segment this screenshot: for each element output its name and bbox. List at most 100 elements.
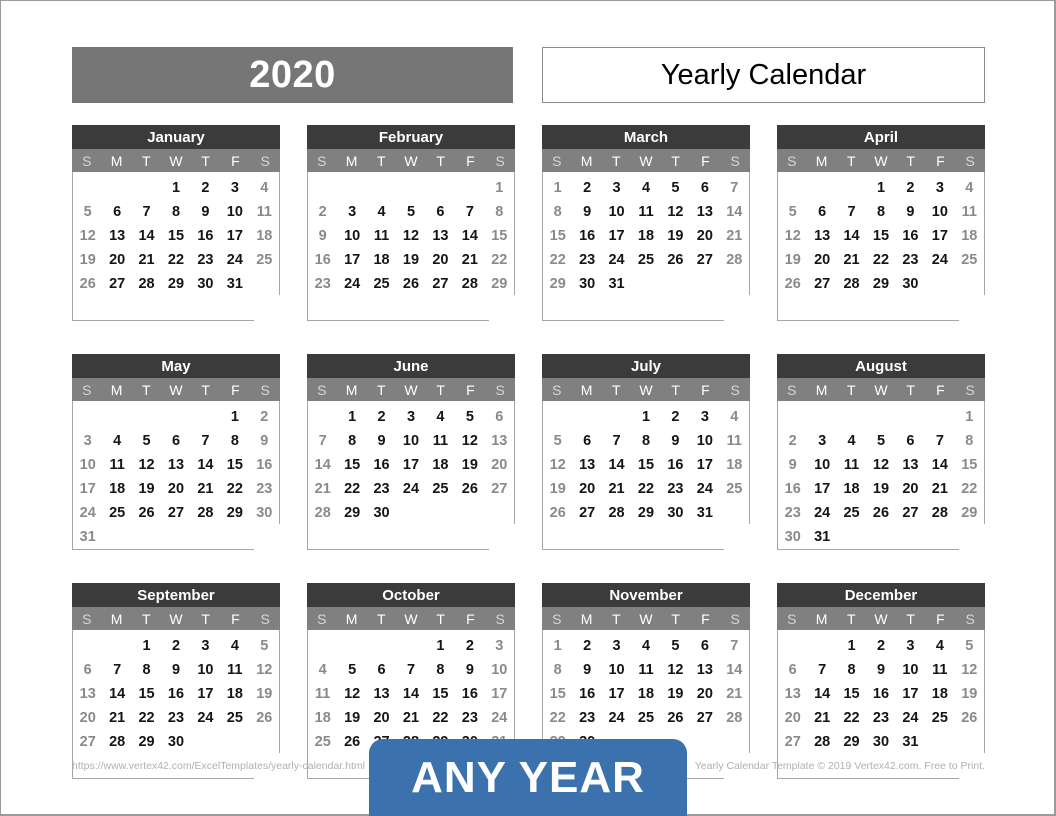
- day-cell[interactable]: 2: [572, 634, 601, 658]
- day-cell[interactable]: 30: [191, 272, 220, 296]
- day-cell[interactable]: 14: [720, 658, 749, 682]
- day-cell[interactable]: 17: [896, 682, 925, 706]
- day-cell[interactable]: 13: [73, 682, 102, 706]
- day-cell[interactable]: 2: [308, 200, 337, 224]
- day-cell[interactable]: 17: [396, 453, 425, 477]
- day-cell[interactable]: 13: [690, 200, 719, 224]
- day-cell[interactable]: 12: [250, 658, 279, 682]
- day-cell[interactable]: 11: [220, 658, 249, 682]
- day-cell[interactable]: 11: [631, 658, 660, 682]
- day-cell[interactable]: 11: [426, 429, 455, 453]
- day-cell[interactable]: 26: [866, 501, 895, 525]
- day-cell[interactable]: 25: [250, 248, 279, 272]
- day-cell[interactable]: 11: [308, 682, 337, 706]
- day-cell[interactable]: 12: [866, 453, 895, 477]
- day-cell[interactable]: 2: [572, 176, 601, 200]
- day-cell[interactable]: 31: [807, 525, 836, 549]
- day-cell[interactable]: 27: [485, 477, 514, 501]
- day-cell[interactable]: 15: [132, 682, 161, 706]
- day-cell[interactable]: 21: [396, 706, 425, 730]
- day-cell[interactable]: 10: [602, 200, 631, 224]
- day-cell[interactable]: 2: [161, 634, 190, 658]
- day-cell[interactable]: 7: [308, 429, 337, 453]
- day-cell[interactable]: 26: [543, 501, 572, 525]
- day-cell[interactable]: 17: [191, 682, 220, 706]
- day-cell[interactable]: 24: [191, 706, 220, 730]
- day-cell[interactable]: 3: [337, 200, 366, 224]
- day-cell[interactable]: 6: [778, 658, 807, 682]
- day-cell[interactable]: 6: [690, 634, 719, 658]
- day-cell[interactable]: 14: [396, 682, 425, 706]
- day-cell[interactable]: 9: [250, 429, 279, 453]
- day-cell[interactable]: 12: [661, 200, 690, 224]
- day-cell[interactable]: 3: [690, 405, 719, 429]
- day-cell[interactable]: 14: [602, 453, 631, 477]
- day-cell[interactable]: 17: [602, 224, 631, 248]
- day-cell[interactable]: 19: [661, 682, 690, 706]
- day-cell[interactable]: 22: [485, 248, 514, 272]
- day-cell[interactable]: 31: [602, 272, 631, 296]
- day-cell[interactable]: 18: [955, 224, 984, 248]
- day-cell[interactable]: 10: [690, 429, 719, 453]
- day-cell[interactable]: 23: [308, 272, 337, 296]
- day-cell[interactable]: 21: [308, 477, 337, 501]
- day-cell[interactable]: 16: [161, 682, 190, 706]
- day-cell[interactable]: 1: [132, 634, 161, 658]
- day-cell[interactable]: 27: [778, 730, 807, 754]
- day-cell[interactable]: 18: [631, 224, 660, 248]
- day-cell[interactable]: 1: [485, 176, 514, 200]
- day-cell[interactable]: 29: [837, 730, 866, 754]
- day-cell[interactable]: 15: [631, 453, 660, 477]
- day-cell[interactable]: 2: [367, 405, 396, 429]
- day-cell[interactable]: 8: [220, 429, 249, 453]
- day-cell[interactable]: 12: [955, 658, 984, 682]
- day-cell[interactable]: 12: [73, 224, 102, 248]
- day-cell[interactable]: 10: [485, 658, 514, 682]
- day-cell[interactable]: 7: [602, 429, 631, 453]
- day-cell[interactable]: 30: [778, 525, 807, 549]
- day-cell[interactable]: 10: [396, 429, 425, 453]
- day-cell[interactable]: 17: [337, 248, 366, 272]
- day-cell[interactable]: 13: [896, 453, 925, 477]
- day-cell[interactable]: 3: [602, 634, 631, 658]
- day-cell[interactable]: 21: [720, 224, 749, 248]
- day-cell[interactable]: 13: [367, 682, 396, 706]
- day-cell[interactable]: 1: [161, 176, 190, 200]
- day-cell[interactable]: 27: [73, 730, 102, 754]
- day-cell[interactable]: 22: [631, 477, 660, 501]
- day-cell[interactable]: 14: [455, 224, 484, 248]
- day-cell[interactable]: 28: [602, 501, 631, 525]
- day-cell[interactable]: 4: [426, 405, 455, 429]
- day-cell[interactable]: 20: [690, 682, 719, 706]
- day-cell[interactable]: 30: [866, 730, 895, 754]
- day-cell[interactable]: 4: [955, 176, 984, 200]
- day-cell[interactable]: 20: [807, 248, 836, 272]
- day-cell[interactable]: 24: [807, 501, 836, 525]
- day-cell[interactable]: 11: [102, 453, 131, 477]
- day-cell[interactable]: 19: [543, 477, 572, 501]
- day-cell[interactable]: 25: [426, 477, 455, 501]
- day-cell[interactable]: 28: [102, 730, 131, 754]
- day-cell[interactable]: 13: [161, 453, 190, 477]
- day-cell[interactable]: 20: [572, 477, 601, 501]
- day-cell[interactable]: 5: [132, 429, 161, 453]
- day-cell[interactable]: 26: [455, 477, 484, 501]
- day-cell[interactable]: 24: [73, 501, 102, 525]
- day-cell[interactable]: 19: [250, 682, 279, 706]
- day-cell[interactable]: 12: [132, 453, 161, 477]
- day-cell[interactable]: 5: [543, 429, 572, 453]
- day-cell[interactable]: 7: [807, 658, 836, 682]
- day-cell[interactable]: 15: [866, 224, 895, 248]
- day-cell[interactable]: 29: [220, 501, 249, 525]
- day-cell[interactable]: 24: [337, 272, 366, 296]
- day-cell[interactable]: 18: [631, 682, 660, 706]
- day-cell[interactable]: 13: [485, 429, 514, 453]
- day-cell[interactable]: 26: [337, 730, 366, 754]
- day-cell[interactable]: 28: [925, 501, 954, 525]
- day-cell[interactable]: 13: [572, 453, 601, 477]
- day-cell[interactable]: 14: [925, 453, 954, 477]
- day-cell[interactable]: 1: [543, 176, 572, 200]
- day-cell[interactable]: 10: [337, 224, 366, 248]
- day-cell[interactable]: 5: [661, 176, 690, 200]
- day-cell[interactable]: 18: [102, 477, 131, 501]
